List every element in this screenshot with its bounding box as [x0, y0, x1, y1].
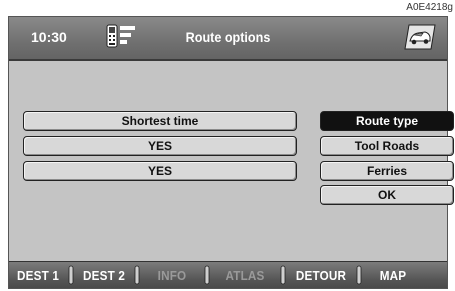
toll-roads-value: YES	[23, 136, 297, 156]
separator-icon	[355, 265, 363, 285]
separator-icon	[67, 265, 75, 285]
softkey-dest2[interactable]: DEST 2	[78, 268, 130, 283]
title-bar: 10:30 Route options	[9, 17, 447, 61]
page-title: Route options	[185, 29, 271, 45]
softkey-map[interactable]: MAP	[366, 268, 420, 283]
ferries-button[interactable]: Ferries	[320, 161, 454, 181]
separator-icon	[279, 265, 287, 285]
route-type-value: Shortest time	[23, 111, 297, 131]
toll-roads-button[interactable]: Tool Roads	[320, 136, 454, 156]
softkey-bar: DEST 1 DEST 2 INFO ATLAS DETOUR MAP	[9, 261, 447, 288]
separator-icon	[203, 265, 211, 285]
softkey-atlas[interactable]: ATLAS	[214, 268, 275, 283]
softkey-info[interactable]: INFO	[144, 268, 200, 283]
car-icon	[403, 23, 437, 56]
figure-code: A0E4218g	[406, 2, 453, 13]
softkey-dest1[interactable]: DEST 1	[12, 268, 64, 283]
route-type-button[interactable]: Route type	[320, 111, 454, 131]
separator-icon	[133, 265, 141, 285]
softkey-detour[interactable]: DETOUR	[290, 268, 351, 283]
ferries-value: YES	[23, 161, 297, 181]
route-options-panel: Shortest time YES YES Route type Tool Ro…	[9, 61, 454, 261]
ok-button[interactable]: OK	[320, 185, 454, 205]
nav-screen: 10:30 Route options Shortest time YES YE…	[8, 16, 454, 289]
